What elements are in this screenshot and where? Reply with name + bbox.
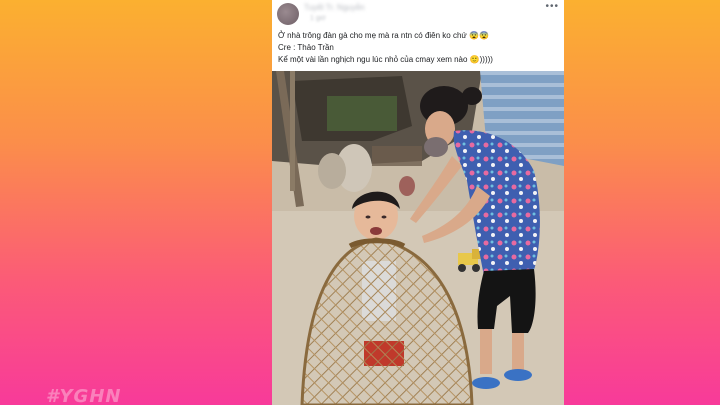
post-header: Tuyết Tr. Nguyễn 1 giờ ••• <box>272 0 564 27</box>
author-avatar[interactable] <box>277 3 299 25</box>
post-caption: Ở nhà trông đàn gà cho mẹ mà ra ntn có đ… <box>278 30 560 66</box>
channel-watermark: #YGHN <box>46 386 122 407</box>
author-name[interactable]: Tuyết Tr. Nguyễn <box>304 3 365 12</box>
caption-line: Cre : Thảo Trần <box>278 43 334 52</box>
more-options-icon[interactable]: ••• <box>545 1 559 12</box>
post-timestamp[interactable]: 1 giờ <box>310 15 326 22</box>
post-photo[interactable] <box>272 71 564 405</box>
facebook-post-card: Tuyết Tr. Nguyễn 1 giờ ••• Ở nhà trông đ… <box>272 0 564 405</box>
caption-line: Kể một vài lần nghịch ngu lúc nhỏ của cm… <box>278 55 493 64</box>
caption-line: Ở nhà trông đàn gà cho mẹ mà ra ntn có đ… <box>278 31 489 40</box>
